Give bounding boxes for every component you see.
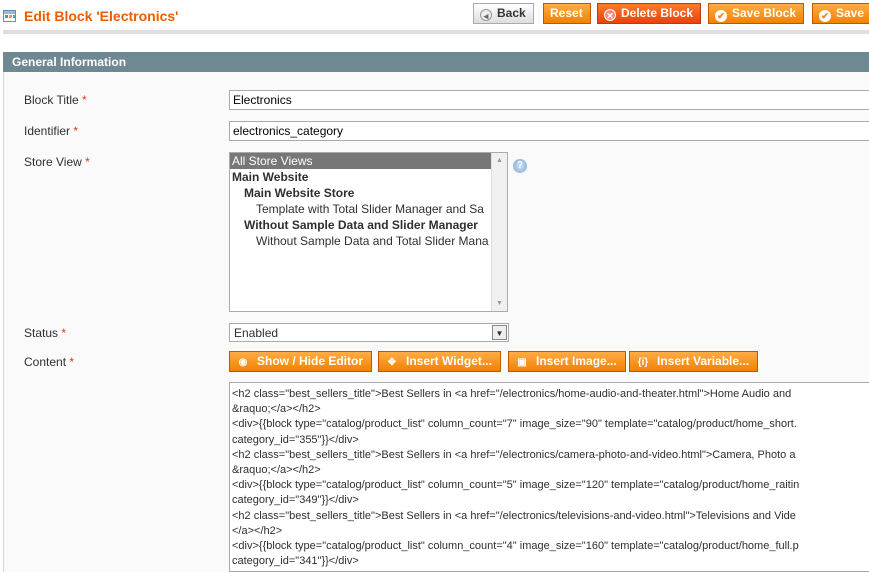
chevron-down-icon: ▼: [492, 325, 507, 340]
store-option[interactable]: Without Sample Data and Total Slider Man…: [230, 233, 492, 249]
code-line: &raquo;</a></h2>: [232, 403, 321, 416]
status-label: Status *: [24, 326, 67, 340]
insert-variable-label: Insert Variable...: [657, 354, 750, 368]
code-line: &raquo;</a></h2>: [232, 464, 321, 477]
check-icon: ✔: [715, 10, 727, 22]
save-button[interactable]: ✔ Save: [812, 3, 869, 24]
insert-variable-button[interactable]: {i} Insert Variable...: [629, 351, 759, 372]
code-line: <h2 class="best_sellers_title">Best Sell…: [232, 509, 796, 522]
cms-block-icon: [3, 10, 16, 22]
store-view-label: Store View *: [24, 155, 90, 169]
content-label: Content *: [24, 355, 75, 369]
variable-icon: {i}: [637, 357, 649, 368]
back-label: Back: [497, 6, 526, 20]
store-option[interactable]: Without Sample Data and Slider Manager: [230, 217, 492, 233]
delete-icon: ✕: [604, 9, 616, 21]
block-title-label: Block Title *: [24, 93, 87, 107]
store-option[interactable]: Main Website: [230, 169, 492, 185]
code-line: </a></h2>: [232, 524, 283, 537]
back-button[interactable]: ◂ Back: [473, 3, 534, 24]
reset-label: Reset: [550, 6, 583, 20]
scroll-up-icon[interactable]: ▲: [496, 157, 503, 164]
status-value: Enabled: [234, 326, 279, 340]
code-line: category_id="341"}}</div>: [232, 555, 359, 568]
code-line: category_id="349"}}</div>: [232, 494, 359, 507]
code-line: <h2 class="best_sellers_title">Best Sell…: [232, 388, 792, 400]
store-option[interactable]: Main Website Store: [230, 185, 492, 201]
block-title-input[interactable]: [229, 90, 869, 110]
help-icon[interactable]: ?: [513, 159, 527, 173]
show-hide-editor-button[interactable]: ◉ Show / Hide Editor: [229, 351, 373, 372]
insert-widget-label: Insert Widget...: [406, 354, 492, 368]
page-title: Edit Block 'Electronics': [24, 8, 179, 24]
insert-image-label: Insert Image...: [536, 354, 617, 368]
content-textarea[interactable]: <h2 class="best_sellers_title">Best Sell…: [229, 382, 869, 572]
save-block-button[interactable]: ✔ Save Block: [708, 3, 805, 24]
status-select[interactable]: Enabled ▼: [229, 323, 509, 342]
save-block-label: Save Block: [732, 6, 797, 20]
identifier-label: Identifier *: [24, 124, 79, 138]
store-view-multiselect[interactable]: All Store Views Main Website Main Websit…: [229, 152, 508, 312]
eye-icon: ◉: [238, 357, 248, 368]
code-line: <div>{{block type="catalog/product_list"…: [232, 540, 799, 553]
reset-button[interactable]: Reset: [543, 3, 591, 24]
identifier-input[interactable]: [229, 121, 869, 141]
image-icon: ▣: [517, 357, 527, 368]
scrollbar[interactable]: ▲ ▼: [491, 153, 507, 311]
save-label: Save: [836, 6, 865, 20]
scroll-down-icon[interactable]: ▼: [496, 300, 503, 307]
code-line: category_id="355"}}</div>: [232, 433, 359, 446]
back-arrow-icon: ◂: [480, 9, 492, 21]
delete-block-button[interactable]: ✕ Delete Block: [597, 3, 702, 24]
code-line: <div>{{block type="catalog/product_list"…: [232, 418, 797, 431]
code-line: <div>{{block type="catalog/product_list"…: [232, 479, 800, 492]
code-line: <h2 class="best_sellers_title">Best Sell…: [232, 448, 796, 461]
store-option[interactable]: All Store Views: [230, 153, 492, 169]
delete-label: Delete Block: [621, 6, 694, 20]
store-option[interactable]: Template with Total Slider Manager and S…: [230, 201, 492, 217]
check-icon: ✔: [819, 10, 831, 22]
page-header: Edit Block 'Electronics' ◂ Back Reset ✕ De…: [0, 0, 869, 50]
insert-image-button[interactable]: ▣ Insert Image...: [508, 351, 626, 372]
insert-widget-button[interactable]: ✥ Insert Widget...: [378, 351, 501, 372]
show-hide-label: Show / Hide Editor: [257, 354, 364, 368]
header-divider: [3, 30, 869, 34]
widget-icon: ✥: [387, 357, 397, 368]
section-header: General Information: [3, 52, 869, 72]
